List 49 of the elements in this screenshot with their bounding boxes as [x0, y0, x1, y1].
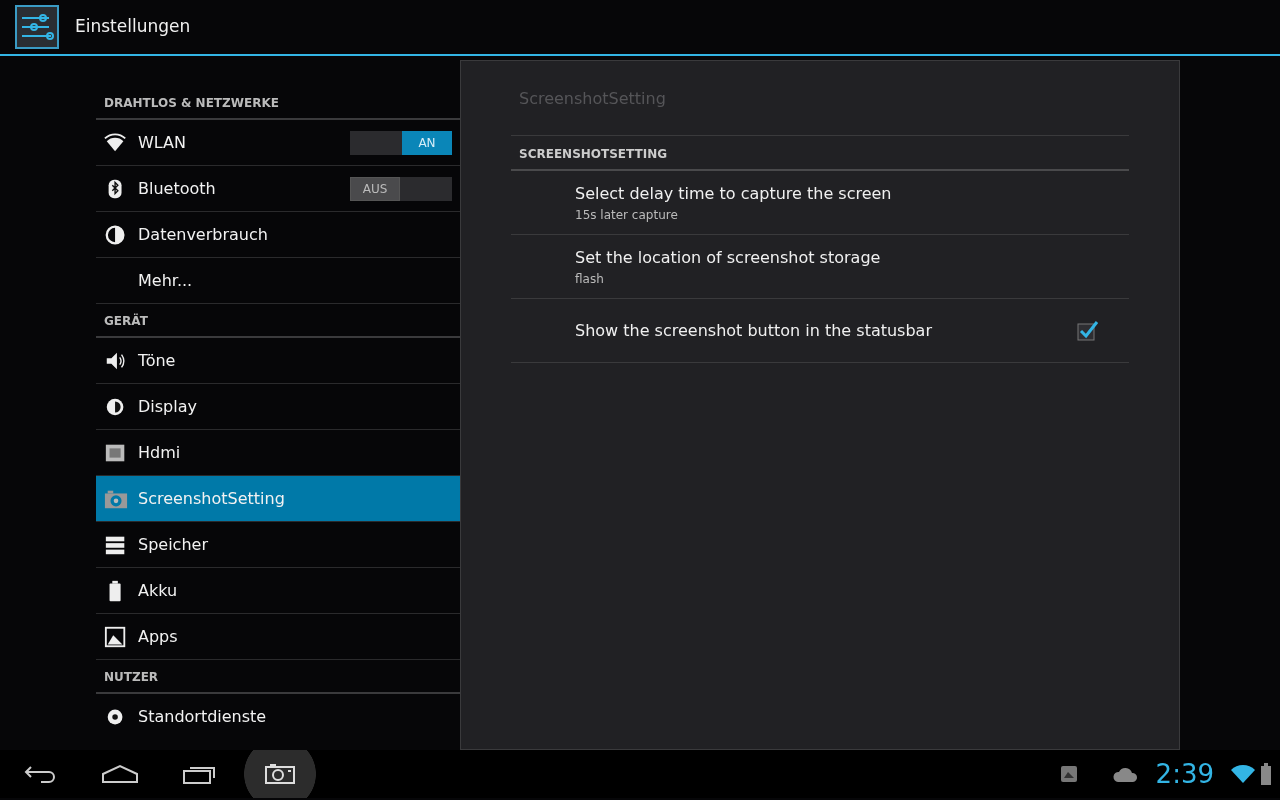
- item-label: Display: [138, 395, 198, 418]
- preference-title: Select delay time to capture the screen: [575, 182, 892, 205]
- item-label: Speicher: [138, 533, 209, 556]
- back-arrow-icon: [23, 764, 57, 784]
- settings-item[interactable]: Display: [96, 384, 460, 430]
- settings-item[interactable]: Standortdienste: [96, 694, 460, 740]
- checkbox[interactable]: [1077, 319, 1099, 342]
- item-label: Akku: [138, 579, 179, 602]
- preference-summary: flash: [575, 270, 605, 288]
- settings-item[interactable]: ScreenshotSetting: [96, 476, 460, 522]
- item-label: Bluetooth: [138, 177, 217, 200]
- item-label: Hdmi: [138, 441, 182, 464]
- category-header: SCREENSHOTSETTING: [511, 136, 1129, 171]
- item-label: WLAN: [138, 131, 187, 154]
- stacked-windows-icon: [182, 764, 218, 784]
- section-header: NUTZER: [96, 660, 460, 694]
- settings-item[interactable]: Töne: [96, 338, 460, 384]
- settings-item[interactable]: Datenverbrauch: [96, 212, 460, 258]
- settings-item[interactable]: Bluetooth AUS: [96, 166, 460, 212]
- settings-item[interactable]: Speicher: [96, 522, 460, 568]
- clock-time: 2:39: [1155, 757, 1214, 791]
- item-label: Datenverbrauch: [138, 223, 269, 246]
- item-label: Töne: [138, 349, 177, 372]
- toggle-switch[interactable]: AN: [350, 130, 452, 155]
- preference-row[interactable]: Select delay time to capture the screen 15s later capture: [511, 171, 1129, 235]
- preference-title: Set the location of screenshot storage: [575, 246, 881, 269]
- preference-row[interactable]: Set the location of screenshot storage flash: [511, 235, 1129, 299]
- wifi-signal-icon: [1230, 764, 1256, 784]
- item-label: ScreenshotSetting: [138, 487, 286, 510]
- item-label: Mehr...: [138, 269, 194, 292]
- item-label: Apps: [138, 625, 179, 648]
- settings-item[interactable]: Apps: [96, 614, 460, 660]
- picture-icon: [104, 624, 128, 649]
- toggle-thumb: AN: [402, 130, 452, 155]
- sliders-icon[interactable]: [15, 5, 59, 49]
- settings-item[interactable]: Akku: [96, 568, 460, 614]
- preference-title: Show the screenshot button in the statusbar: [575, 319, 932, 342]
- home-icon: [101, 764, 139, 784]
- settings-item[interactable]: WLAN AN: [96, 120, 460, 166]
- toggle-switch[interactable]: AUS: [350, 176, 452, 201]
- battery-icon: [1260, 763, 1272, 785]
- preference-summary: 15s later capture: [575, 206, 679, 224]
- app-title: Einstellungen: [75, 15, 191, 39]
- section-header: DRAHTLOS & NETZWERKE: [96, 86, 460, 120]
- toggle-thumb: AUS: [350, 176, 400, 201]
- camera-icon: [264, 763, 296, 785]
- item-label: Standortdienste: [138, 706, 268, 728]
- preference-row[interactable]: Show the screenshot button in the statusbar: [511, 299, 1129, 363]
- section-header: GERÄT: [96, 304, 460, 338]
